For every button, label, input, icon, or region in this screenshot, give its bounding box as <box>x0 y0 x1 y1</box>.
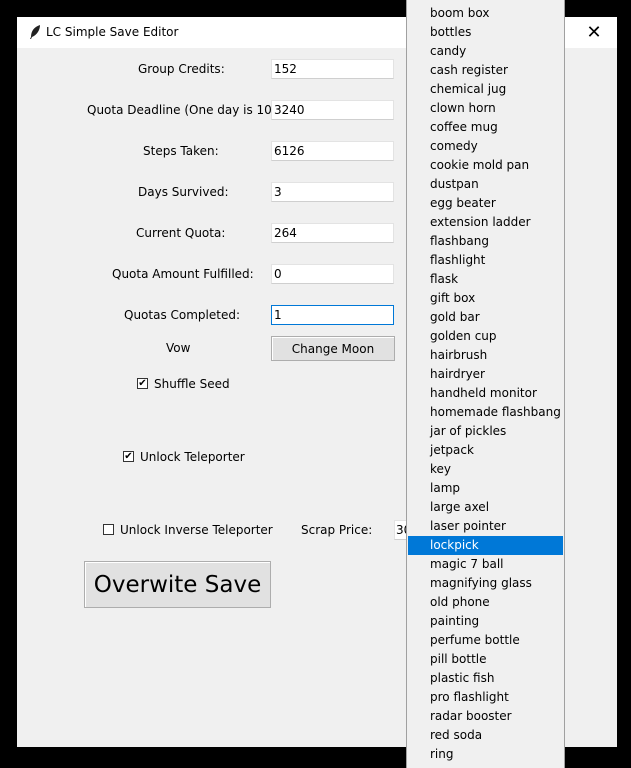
feather-icon <box>30 25 40 39</box>
days-survived-label: Days Survived: <box>138 185 229 199</box>
dropdown-item[interactable]: perfume bottle <box>408 631 563 650</box>
dropdown-item[interactable]: egg beater <box>408 194 563 213</box>
dropdown-item[interactable]: radar booster <box>408 707 563 726</box>
close-icon: ✕ <box>586 22 602 43</box>
dropdown-item[interactable]: dustpan <box>408 175 563 194</box>
dropdown-item[interactable]: flashlight <box>408 251 563 270</box>
dropdown-item[interactable]: large axel <box>408 498 563 517</box>
dropdown-item[interactable]: handheld monitor <box>408 384 563 403</box>
dropdown-item[interactable]: gift box <box>408 289 563 308</box>
shuffle-seed-checkbox[interactable]: ✔ <box>137 378 148 389</box>
dropdown-item[interactable]: old phone <box>408 593 563 612</box>
dropdown-item[interactable]: clown horn <box>408 99 563 118</box>
steps-taken-input[interactable]: 6126 <box>271 141 394 161</box>
dropdown-item[interactable]: extension ladder <box>408 213 563 232</box>
dropdown-item[interactable]: chemical jug <box>408 80 563 99</box>
current-quota-input[interactable]: 264 <box>271 223 394 243</box>
dropdown-item[interactable]: key <box>408 460 563 479</box>
change-moon-button[interactable]: Change Moon <box>271 336 395 361</box>
dropdown-item[interactable]: boom box <box>408 4 563 23</box>
dropdown-item[interactable]: flask <box>408 270 563 289</box>
dropdown-item[interactable]: golden cup <box>408 327 563 346</box>
dropdown-item[interactable]: magnifying glass <box>408 574 563 593</box>
quota-deadline-label: Quota Deadline (One day is 1080): <box>87 103 296 117</box>
dropdown-item[interactable]: coffee mug <box>408 118 563 137</box>
dropdown-item[interactable]: gold bar <box>408 308 563 327</box>
quotas-completed-label: Quotas Completed: <box>124 308 241 322</box>
unlock-inverse-teleporter-checkbox[interactable] <box>103 524 114 535</box>
dropdown-item[interactable]: jetpack <box>408 441 563 460</box>
dropdown-item[interactable]: cash register <box>408 61 563 80</box>
dropdown-item[interactable]: plastic fish <box>408 669 563 688</box>
unlock-teleporter-checkbox[interactable]: ✔ <box>123 451 134 462</box>
dropdown-item[interactable]: jar of pickles <box>408 422 563 441</box>
dropdown-item[interactable]: laser pointer <box>408 517 563 536</box>
dropdown-item[interactable]: red soda <box>408 726 563 745</box>
item-dropdown-list[interactable]: boom box bottles candy cash register chemica… <box>406 0 565 768</box>
group-credits-input[interactable]: 152 <box>271 59 394 79</box>
dropdown-item[interactable]: flashbang <box>408 232 563 251</box>
dropdown-item[interactable]: candy <box>408 42 563 61</box>
quotas-completed-input[interactable]: 1 <box>271 305 394 325</box>
overwrite-save-button[interactable]: Overwite Save <box>84 561 271 608</box>
quota-deadline-input[interactable]: 3240 <box>271 100 394 120</box>
close-button[interactable]: ✕ <box>571 17 617 48</box>
shuffle-seed-label: Shuffle Seed <box>154 377 230 391</box>
quota-fulfilled-input[interactable]: 0 <box>271 264 394 284</box>
dropdown-item[interactable]: lamp <box>408 479 563 498</box>
window-title: LC Simple Save Editor <box>46 25 179 39</box>
dropdown-item[interactable]: hairbrush <box>408 346 563 365</box>
quota-fulfilled-label: Quota Amount Fulfilled: <box>112 267 254 281</box>
days-survived-input[interactable]: 3 <box>271 182 394 202</box>
dropdown-item[interactable]: cookie mold pan <box>408 156 563 175</box>
dropdown-item[interactable]: homemade flashbang <box>408 403 563 422</box>
scrap-price-label: Scrap Price: <box>301 523 373 537</box>
dropdown-item[interactable]: ring <box>408 745 563 764</box>
dropdown-item[interactable]: magic 7 ball <box>408 555 563 574</box>
dropdown-item[interactable]: lockpick <box>408 536 563 555</box>
dropdown-item[interactable]: bottles <box>408 23 563 42</box>
dropdown-item[interactable]: hairdryer <box>408 365 563 384</box>
current-quota-label: Current Quota: <box>136 226 226 240</box>
unlock-teleporter-label: Unlock Teleporter <box>140 450 245 464</box>
group-credits-label: Group Credits: <box>138 62 225 76</box>
unlock-inverse-teleporter-label: Unlock Inverse Teleporter <box>120 523 273 537</box>
dropdown-item[interactable]: pill bottle <box>408 650 563 669</box>
dropdown-item[interactable]: painting <box>408 612 563 631</box>
dropdown-item[interactable]: pro flashlight <box>408 688 563 707</box>
steps-taken-label: Steps Taken: <box>143 144 219 158</box>
dropdown-item[interactable]: comedy <box>408 137 563 156</box>
current-moon-label: Vow <box>166 341 191 355</box>
